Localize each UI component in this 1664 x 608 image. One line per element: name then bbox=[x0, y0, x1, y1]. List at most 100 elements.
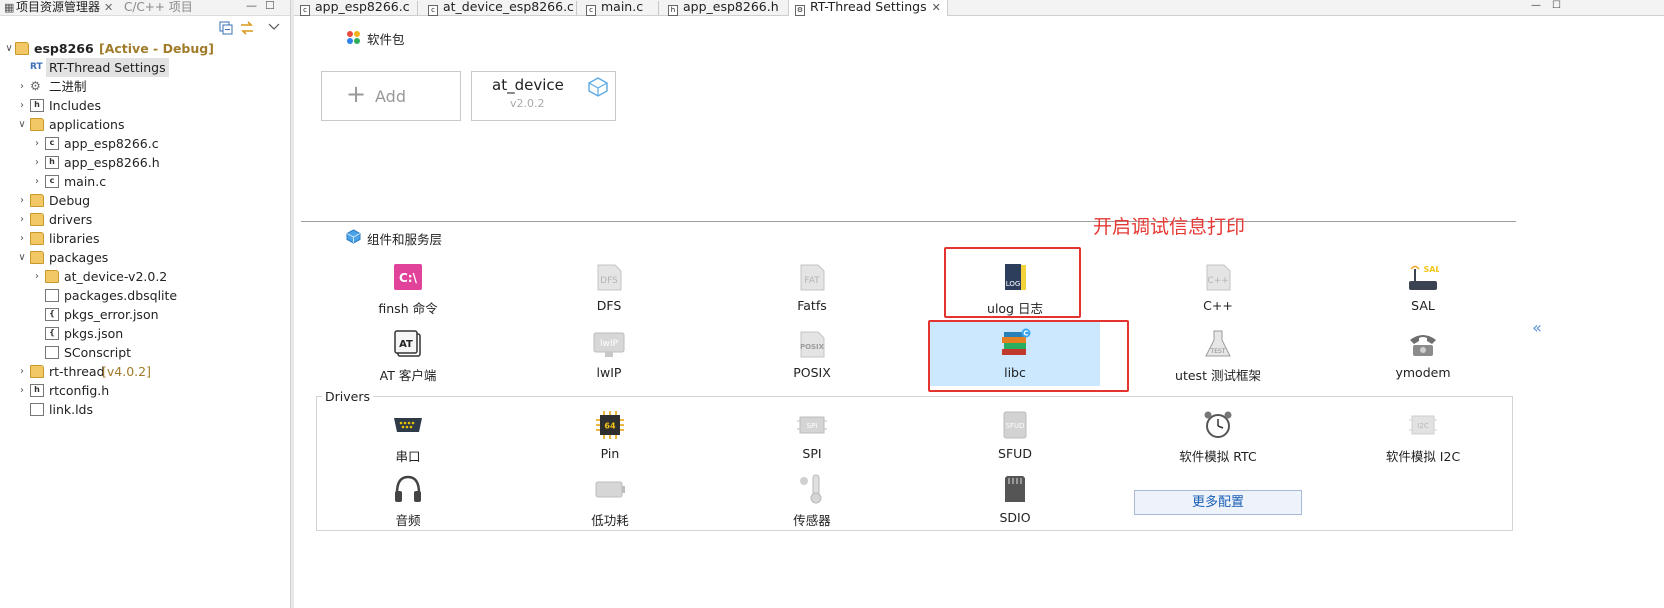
minimize-icon[interactable]: — bbox=[246, 0, 257, 12]
component-ymodem[interactable]: ymodem bbox=[1338, 326, 1508, 392]
svg-text:C:\: C:\ bbox=[399, 271, 418, 285]
file-icon bbox=[45, 346, 59, 359]
component-finsh[interactable]: C:\ finsh 命令 bbox=[323, 259, 493, 325]
settings-icon: ⚙ bbox=[795, 5, 805, 16]
driver-low-power[interactable]: 低功耗 bbox=[525, 471, 695, 537]
close-icon[interactable]: ✕ bbox=[932, 1, 941, 14]
package-card-at-device[interactable]: at_device v2.0.2 bbox=[471, 71, 616, 121]
terminal-icon: C:\ bbox=[394, 264, 422, 290]
tab-app-esp8266-c[interactable]: c app_esp8266.c bbox=[300, 0, 410, 16]
close-icon[interactable]: ✕ bbox=[104, 1, 113, 14]
component-cpp[interactable]: C++ C++ bbox=[1133, 259, 1303, 325]
component-label: C++ bbox=[1203, 298, 1233, 313]
driver-soft-i2c[interactable]: I2C 软件模拟 I2C bbox=[1338, 407, 1508, 473]
posix-icon: POSIX bbox=[800, 331, 825, 358]
chevron-down-icon[interactable]: ∨ bbox=[16, 248, 28, 267]
chevron-right-icon[interactable]: › bbox=[31, 134, 43, 153]
tab-project-explorer-label: 项目资源管理器 bbox=[16, 0, 101, 14]
chip-icon: 64 bbox=[596, 411, 624, 439]
chevron-right-icon[interactable]: › bbox=[16, 381, 28, 400]
alarm-clock-icon bbox=[1204, 411, 1232, 438]
component-fatfs[interactable]: FAT Fatfs bbox=[727, 259, 897, 325]
folder-icon bbox=[45, 270, 59, 283]
tab-separator bbox=[576, 1, 577, 15]
driver-label: 传感器 bbox=[793, 513, 831, 528]
svg-text:AT: AT bbox=[399, 339, 413, 350]
chevron-right-icon[interactable]: › bbox=[16, 191, 28, 210]
view-menu-icon[interactable] bbox=[268, 22, 280, 32]
chevron-right-icon[interactable]: › bbox=[31, 153, 43, 172]
tab-app-esp8266-h[interactable]: h app_esp8266.h bbox=[668, 0, 779, 16]
tab-project-explorer[interactable]: 项目资源管理器 ✕ bbox=[16, 0, 113, 16]
component-at-client[interactable]: AT AT 客户端 bbox=[323, 326, 493, 392]
maximize-icon[interactable]: ☐ bbox=[1552, 0, 1561, 11]
driver-label: 软件模拟 RTC bbox=[1179, 449, 1257, 464]
binaries-icon: ⚙ bbox=[30, 79, 41, 93]
component-posix[interactable]: POSIX POSIX bbox=[727, 326, 897, 392]
panel-splitter[interactable] bbox=[290, 0, 294, 608]
driver-pin[interactable]: 64 Pin bbox=[525, 407, 695, 473]
driver-spi[interactable]: SPI SPI bbox=[727, 407, 897, 473]
version-label: [v4.0.2] bbox=[102, 364, 151, 379]
svg-text:I2C: I2C bbox=[1417, 422, 1429, 430]
tree-item-label: packages bbox=[49, 250, 109, 265]
link-editor-icon[interactable] bbox=[239, 20, 255, 36]
drivers-title: Drivers bbox=[322, 389, 373, 404]
driver-sdio[interactable]: SDIO bbox=[930, 471, 1100, 537]
chevron-right-icon[interactable]: › bbox=[16, 362, 28, 381]
chevron-right-icon[interactable]: › bbox=[31, 172, 43, 191]
package-name: at_device bbox=[492, 76, 564, 94]
tab-cpp-projects-label: C/C++ 项目 bbox=[124, 0, 193, 14]
chevron-right-icon[interactable]: › bbox=[16, 229, 28, 248]
component-label: AT 客户端 bbox=[379, 368, 437, 383]
driver-audio[interactable]: 音频 bbox=[323, 471, 493, 537]
chevron-down-icon[interactable]: ∨ bbox=[16, 115, 28, 134]
tree-item-label: Includes bbox=[49, 98, 102, 113]
component-sal[interactable]: SAL SAL bbox=[1338, 259, 1508, 325]
driver-label: SDIO bbox=[999, 510, 1031, 525]
svg-text:SAL: SAL bbox=[1423, 265, 1439, 274]
cpp-icon: C++ bbox=[1206, 264, 1231, 291]
component-utest[interactable]: TEST utest 测试框架 bbox=[1133, 326, 1303, 392]
chevron-right-icon[interactable]: › bbox=[16, 77, 28, 96]
tab-separator bbox=[417, 1, 418, 15]
add-package-button[interactable]: + Add bbox=[321, 71, 461, 121]
chevron-right-icon[interactable]: › bbox=[31, 267, 43, 286]
chevron-down-icon[interactable]: ∨ bbox=[3, 39, 15, 58]
svg-text:SPI: SPI bbox=[807, 422, 818, 430]
chevron-right-icon[interactable]: › bbox=[16, 96, 28, 115]
tab-main-c[interactable]: c main.c bbox=[586, 0, 643, 16]
collapse-all-icon[interactable] bbox=[219, 21, 233, 35]
driver-serial[interactable]: 串口 bbox=[323, 407, 493, 473]
component-lwip[interactable]: lwIP lwIP bbox=[524, 326, 694, 392]
folder-icon bbox=[30, 213, 44, 226]
lwip-icon: lwIP bbox=[593, 332, 625, 357]
packages-title: 软件包 bbox=[367, 32, 405, 47]
json-file-icon: { bbox=[45, 327, 59, 340]
driver-label: SFUD bbox=[998, 446, 1032, 461]
more-config-button[interactable]: 更多配置 bbox=[1134, 490, 1302, 515]
collapse-panel-icon[interactable]: « bbox=[1524, 318, 1550, 338]
driver-soft-rtc[interactable]: 软件模拟 RTC bbox=[1133, 407, 1303, 473]
project-explorer: ▦ 项目资源管理器 ✕ C/C++ 项目 — ☐ ∨ esp8266 [Activ… bbox=[0, 0, 293, 608]
svg-text:64: 64 bbox=[604, 422, 616, 431]
driver-sensor[interactable]: 传感器 bbox=[727, 471, 897, 537]
tab-at-device-esp8266-c[interactable]: c at_device_esp8266.c bbox=[428, 0, 574, 16]
tree-item-label: main.c bbox=[64, 174, 107, 189]
sfud-icon: SFUD bbox=[1003, 411, 1027, 439]
file-icon bbox=[45, 289, 59, 302]
includes-icon: h bbox=[30, 99, 44, 112]
build-config-label: [Active - Debug] bbox=[99, 41, 214, 56]
minimize-icon[interactable]: — bbox=[1531, 0, 1541, 11]
component-dfs[interactable]: DFS DFS bbox=[524, 259, 694, 325]
explorer-tab-bar: ▦ 项目资源管理器 ✕ C/C++ 项目 — ☐ bbox=[0, 0, 293, 16]
chevron-right-icon[interactable]: › bbox=[16, 210, 28, 229]
driver-sfud[interactable]: SFUD SFUD bbox=[930, 407, 1100, 473]
tab-label: RT-Thread Settings bbox=[810, 0, 927, 14]
maximize-icon[interactable]: ☐ bbox=[265, 0, 275, 12]
driver-label: Pin bbox=[600, 446, 620, 461]
i2c-icon: I2C bbox=[1409, 415, 1437, 435]
tab-rt-thread-settings[interactable]: ⚙ RT-Thread Settings ✕ bbox=[788, 0, 948, 16]
tab-cpp-projects[interactable]: C/C++ 项目 bbox=[124, 0, 193, 16]
folder-icon bbox=[30, 365, 44, 378]
